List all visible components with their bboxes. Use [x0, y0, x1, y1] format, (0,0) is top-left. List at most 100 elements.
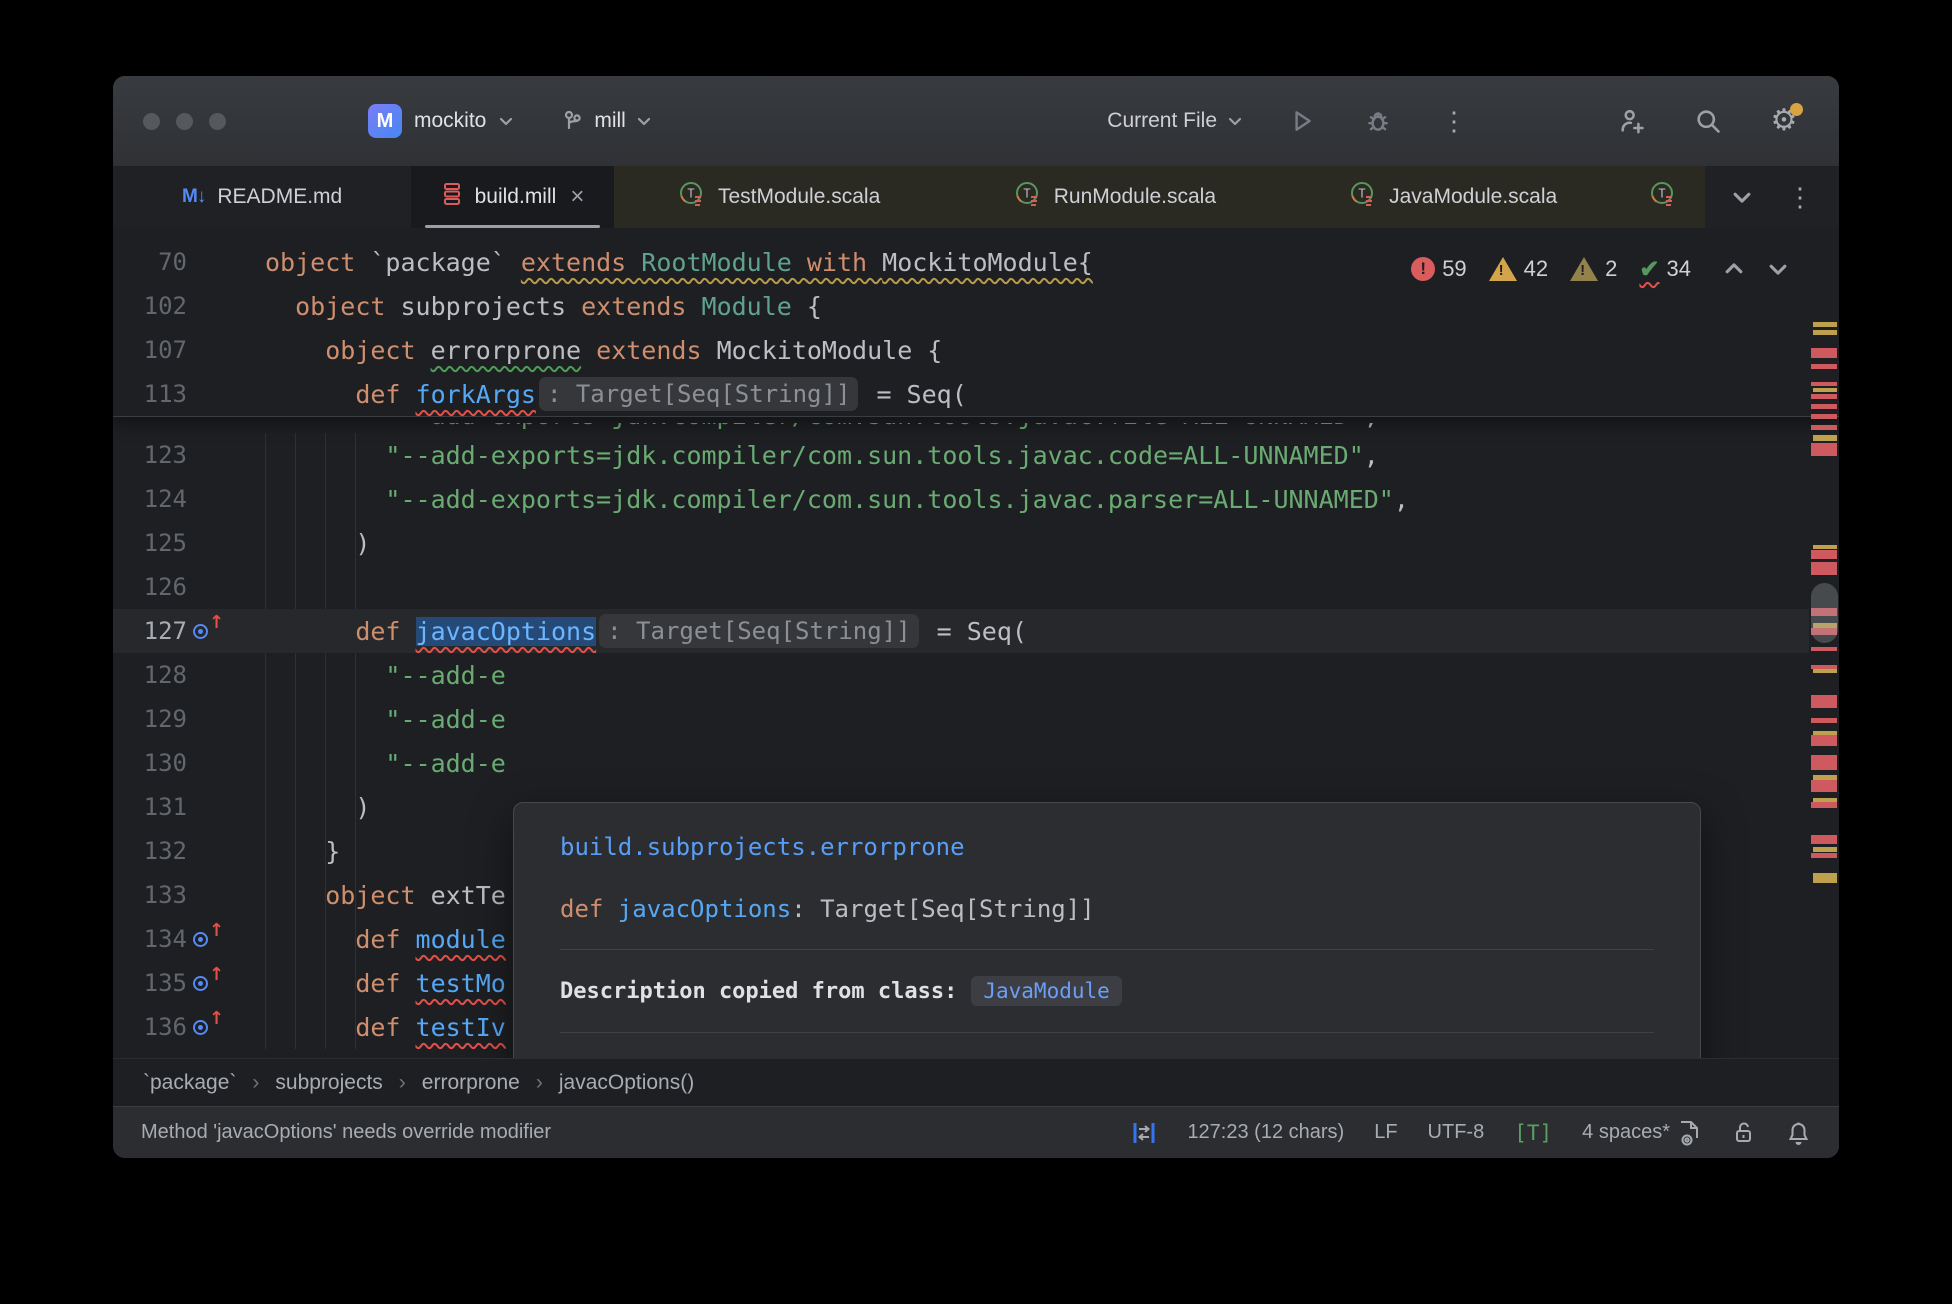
error-icon: !	[1411, 257, 1435, 281]
override-gutter-icon[interactable]: ↑	[191, 1012, 229, 1042]
caret-position-widget[interactable]: 127:23 (12 chars)	[1187, 1121, 1344, 1144]
code-line-127[interactable]: 127↑ def javacOptions: Target[Seq[String…	[113, 609, 1809, 653]
line-number: 124	[113, 485, 187, 513]
override-gutter-icon[interactable]: ↑	[191, 616, 229, 646]
branch-name: mill	[594, 109, 626, 133]
breadcrumb-separator: ›	[399, 1071, 406, 1095]
error-stripe-mark	[1811, 364, 1837, 369]
project-widget[interactable]: M mockito	[368, 104, 514, 138]
warning-stripe-mark	[1813, 847, 1837, 852]
code-text: "--add-exports=jdk.compiler/com.sun.tool…	[265, 441, 1379, 470]
override-gutter-icon[interactable]: ↑	[191, 924, 229, 954]
warning-stripe-mark	[1813, 873, 1837, 883]
gutter	[187, 785, 233, 829]
minimize-window-button[interactable]	[176, 113, 193, 130]
warning-stripe-mark	[1813, 669, 1837, 673]
title-bar: M mockito mill Current File	[113, 76, 1839, 166]
line-number: 123	[113, 441, 187, 469]
previous-problem-chevron-icon[interactable]	[1723, 258, 1745, 280]
indent-label: 4 spaces*	[1582, 1121, 1670, 1144]
tab-testmodule-scala[interactable]: TTestModule.scala	[614, 166, 945, 228]
gutter	[187, 653, 233, 697]
passed-check-icon: ✔	[1639, 255, 1659, 284]
code-text: )	[265, 793, 370, 822]
tab-overflow[interactable]: T	[1621, 166, 1705, 228]
tab-label: RunModule.scala	[1054, 185, 1216, 209]
close-tab-icon[interactable]: ×	[570, 183, 584, 211]
traffic-lights[interactable]	[143, 113, 226, 130]
line-number: 129	[113, 705, 187, 733]
error-stripe-mark	[1811, 802, 1837, 808]
debug-button[interactable]	[1361, 104, 1395, 138]
code-line-126[interactable]: 126	[113, 565, 1809, 609]
caret-navigation-widget[interactable]	[1131, 1120, 1157, 1146]
tab-readme-md[interactable]: M↓README.md	[113, 166, 411, 228]
unlocked-padlock-icon	[1732, 1120, 1756, 1146]
code-line[interactable]: "--add-exports=jdk.compiler/com.sun.tool…	[113, 423, 1809, 433]
tab-runmodule-scala[interactable]: T RunModule.scala	[945, 166, 1286, 228]
kebab-icon: ⋮	[1441, 106, 1467, 137]
breadcrumb-item[interactable]: javacOptions()	[559, 1071, 694, 1095]
error-stripe-scrollbar[interactable]	[1809, 228, 1839, 1058]
project-name: mockito	[414, 109, 486, 133]
vcs-widget[interactable]: mill	[560, 109, 652, 133]
error-stripe-mark	[1811, 780, 1837, 792]
write-access-widget[interactable]	[1732, 1120, 1756, 1146]
code-line-124[interactable]: 124 "--add-exports=jdk.compiler/com.sun.…	[113, 477, 1809, 521]
tab-options-kebab-icon[interactable]: ⋮	[1787, 182, 1813, 213]
zoom-window-button[interactable]	[209, 113, 226, 130]
tab-label: TestModule.scala	[718, 185, 880, 209]
gutter: ↑	[187, 1005, 233, 1049]
search-everywhere-button[interactable]	[1691, 104, 1725, 138]
code-line-130[interactable]: 130 "--add-e	[113, 741, 1809, 785]
highlighting-level-badge[interactable]: [T]	[1514, 1121, 1552, 1145]
tab-build-mill[interactable]: build.mill ×	[411, 166, 613, 228]
passed-count: 34	[1667, 256, 1691, 282]
encoding-widget[interactable]: UTF-8	[1428, 1121, 1485, 1144]
run-configuration-selector[interactable]: Current File	[1107, 109, 1243, 133]
settings-button[interactable]: ⚙	[1767, 104, 1801, 138]
settings-notification-dot	[1790, 103, 1803, 116]
override-gutter-icon[interactable]: ↑	[191, 968, 229, 998]
next-problem-chevron-icon[interactable]	[1767, 258, 1789, 280]
breadcrumb-item[interactable]: errorprone	[422, 1071, 520, 1095]
breadcrumb-item[interactable]: subprojects	[275, 1071, 382, 1095]
scrollbar-thumb[interactable]	[1811, 583, 1838, 643]
show-hidden-tabs-chevron-icon[interactable]	[1731, 186, 1753, 208]
code-editor[interactable]: "--add-exports=jdk.compiler/com.sun.tool…	[113, 228, 1839, 1058]
doc-class-chip[interactable]: JavaModule	[971, 976, 1121, 1006]
code-with-me-button[interactable]	[1615, 104, 1649, 138]
error-stripe-mark	[1811, 835, 1837, 844]
run-button[interactable]	[1285, 104, 1319, 138]
doc-separator	[560, 1032, 1654, 1033]
gutter	[187, 433, 233, 477]
code-line-129[interactable]: 129 "--add-e	[113, 697, 1809, 741]
warning-stripe-mark	[1813, 330, 1837, 335]
code-line-125[interactable]: 125 )	[113, 521, 1809, 565]
gutter	[187, 565, 233, 609]
chevron-down-icon	[1227, 113, 1243, 129]
tab-label: build.mill	[475, 185, 557, 209]
close-window-button[interactable]	[143, 113, 160, 130]
svg-text:T: T	[1023, 187, 1030, 201]
code-line-123[interactable]: 123 "--add-exports=jdk.compiler/com.sun.…	[113, 433, 1809, 477]
git-branch-icon	[560, 109, 584, 133]
code-line-113[interactable]: 113 def forkArgs: Target[Seq[String]] = …	[113, 372, 1839, 416]
tab-label: README.md	[217, 185, 342, 209]
inspections-widget[interactable]: ! 59 42 2 ✔ 34	[1411, 247, 1789, 291]
warning-count: 42	[1524, 256, 1548, 282]
code-line-128[interactable]: 128 "--add-e	[113, 653, 1809, 697]
bug-icon	[1365, 108, 1391, 134]
tab-javamodule-scala[interactable]: TJavaModule.scala	[1285, 166, 1621, 228]
indent-widget[interactable]: 4 spaces*	[1582, 1119, 1702, 1147]
error-stripe-mark	[1811, 755, 1837, 770]
line-number: 132	[113, 837, 187, 865]
documentation-popup: build.subprojects.errorprone def javacOp…	[513, 802, 1701, 1058]
more-actions-button[interactable]: ⋮	[1437, 104, 1471, 138]
code-line-107[interactable]: 107 object errorprone extends MockitoMod…	[113, 328, 1839, 372]
breadcrumb-item[interactable]: `package`	[143, 1071, 236, 1095]
doc-symbol-path[interactable]: build.subprojects.errorprone	[560, 833, 1654, 861]
error-stripe-mark	[1811, 735, 1837, 746]
notifications-widget[interactable]	[1786, 1120, 1811, 1146]
line-separator-widget[interactable]: LF	[1374, 1121, 1397, 1144]
